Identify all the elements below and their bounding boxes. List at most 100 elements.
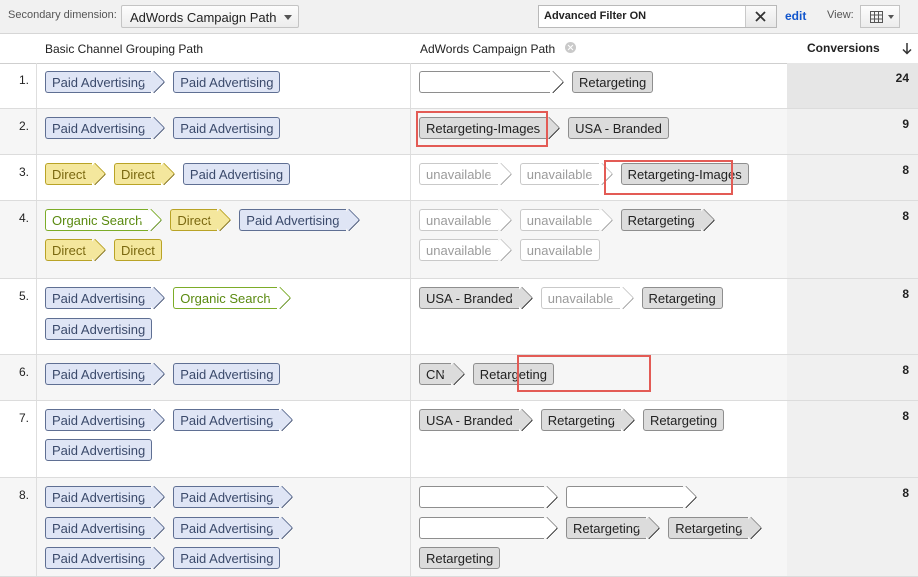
campaign-path-line: unavailable unavailable Retargeting-Images: [419, 162, 759, 186]
column-divider: [410, 401, 411, 477]
view-selector-button[interactable]: [860, 5, 900, 28]
channel-step-chip: Paid Advertising: [45, 117, 152, 139]
remove-dimension-icon[interactable]: [565, 42, 576, 53]
conversions-cell: 9: [787, 109, 918, 154]
redacted-value: [426, 521, 538, 533]
campaign-step-chip: [419, 486, 544, 508]
conversions-cell: 8: [787, 155, 918, 200]
table-row: 5. 8 Paid Advertising Organic Search Paid Ad…: [0, 279, 918, 355]
channel-step-chip: Paid Advertising: [173, 363, 281, 385]
table-header: Basic Channel Grouping Path AdWords Camp…: [0, 34, 918, 64]
conversions-value: 8: [902, 409, 909, 423]
conversions-cell: 8: [787, 401, 918, 477]
advanced-filter-field[interactable]: Advanced Filter ON: [538, 5, 777, 28]
campaign-path-line: USA - Branded Retargeting Retargeting: [419, 408, 734, 432]
row-number: 8.: [18, 488, 29, 502]
channel-step-chip: Paid Advertising: [173, 409, 280, 431]
row-number: 5.: [18, 289, 29, 303]
column-divider: [36, 279, 37, 354]
campaign-step-chip: Retargeting: [540, 409, 621, 431]
campaign-step-chip: unavailable: [419, 163, 498, 185]
table-row: 2. 9 Paid Advertising Paid Advertising Retar…: [0, 109, 918, 155]
channel-step-chip: Direct: [170, 209, 218, 231]
campaign-step-chip: Retargeting: [668, 517, 749, 539]
campaign-path-line: Retargeting-Images USA - Branded: [419, 116, 679, 140]
channel-path-line: Paid Advertising Paid Advertising: [45, 546, 290, 570]
conversions-value: 8: [902, 209, 909, 223]
column-divider: [410, 355, 411, 400]
campaign-step-chip: Retargeting: [572, 71, 654, 93]
channel-step-chip: Paid Advertising: [173, 517, 280, 539]
channel-step-chip: Paid Advertising: [45, 517, 152, 539]
channel-step-chip: Direct: [113, 239, 162, 261]
view-label: View:: [827, 9, 854, 21]
conversions-cell: 24: [787, 63, 918, 108]
channel-step-chip: Organic Search: [45, 209, 149, 231]
sort-descending-icon[interactable]: [902, 42, 912, 55]
campaign-step-chip: CN: [419, 363, 451, 385]
channel-step-chip: Paid Advertising: [45, 409, 152, 431]
row-number: 7.: [18, 411, 29, 425]
campaign-step-chip: unavailable: [519, 209, 599, 231]
channel-step-chip: Paid Advertising: [45, 486, 152, 508]
campaign-path-line: CN Retargeting: [419, 362, 564, 386]
channel-step-chip: Paid Advertising: [45, 439, 153, 461]
channel-path-line: Paid Advertising Paid Advertising: [45, 362, 290, 386]
column-divider: [410, 109, 411, 154]
channel-step-chip: Paid Advertising: [173, 117, 281, 139]
campaign-path-line: unavailable unavailable: [419, 238, 610, 262]
channel-step-chip: Paid Advertising: [45, 71, 152, 93]
campaign-step-chip: [419, 517, 544, 539]
chevron-down-icon: [888, 15, 894, 19]
column-header-conversions[interactable]: Conversions: [807, 41, 880, 55]
redacted-value: [573, 490, 677, 502]
campaign-step-chip: Retargeting-Images: [419, 117, 547, 139]
toolbar: Secondary dimension: AdWords Campaign Pa…: [0, 0, 918, 34]
table-row: 8. 8 Paid Advertising Paid Advertising Paid …: [0, 478, 918, 577]
campaign-step-chip: Retargeting: [419, 547, 501, 569]
row-number: 1.: [18, 73, 29, 87]
table-grid-icon: [870, 11, 883, 23]
redacted-value: [426, 75, 544, 87]
clear-filter-button[interactable]: [745, 6, 776, 27]
redacted-value: [426, 490, 538, 502]
channel-step-chip: Paid Advertising: [239, 209, 346, 231]
channel-step-chip: Paid Advertising: [45, 547, 152, 569]
conversions-cell: 8: [787, 478, 918, 576]
channel-path-line: Direct Direct Paid Advertising: [45, 162, 300, 186]
campaign-step-chip: unavailable: [419, 239, 498, 261]
channel-step-chip: Direct: [45, 239, 92, 261]
campaign-path-line: unavailable unavailable Retargeting: [419, 208, 723, 232]
conversions-value: 8: [902, 287, 909, 301]
secondary-dimension-dropdown[interactable]: AdWords Campaign Path: [121, 5, 299, 28]
table-row: 7. 8 Paid Advertising Paid Advertising Paid …: [0, 401, 918, 478]
conversions-cell: 8: [787, 279, 918, 354]
channel-path-line: Paid Advertising Paid Advertising: [45, 516, 301, 540]
chevron-down-icon: [284, 15, 292, 20]
channel-step-chip: Direct: [45, 163, 92, 185]
column-divider: [36, 155, 37, 200]
column-divider: [36, 201, 37, 278]
campaign-step-chip: USA - Branded: [419, 287, 519, 309]
edit-filter-link[interactable]: edit: [785, 9, 806, 23]
channel-path-line: Paid Advertising Paid Advertising: [45, 485, 301, 509]
channel-path-line: Paid Advertising: [45, 317, 162, 341]
campaign-path-line: Retargeting: [419, 70, 663, 94]
channel-step-chip: Direct: [113, 163, 161, 185]
channel-path-line: Paid Advertising Organic Search: [45, 286, 299, 310]
channel-step-chip: Paid Advertising: [45, 318, 153, 340]
conversions-value: 8: [902, 163, 909, 177]
close-icon: [755, 11, 766, 22]
conversions-value: 24: [895, 71, 909, 85]
column-header-campaign: AdWords Campaign Path: [420, 42, 556, 56]
conversions-cell: 8: [787, 355, 918, 400]
table-row: 4. 8 Organic Search Direct Paid Advertising D…: [0, 201, 918, 279]
secondary-dimension-label: Secondary dimension:: [8, 9, 117, 21]
channel-step-chip: Paid Advertising: [173, 486, 280, 508]
column-divider: [410, 155, 411, 200]
column-divider: [410, 279, 411, 354]
column-divider: [410, 201, 411, 278]
campaign-step-chip: Retargeting: [642, 409, 725, 431]
column-header-channel: Basic Channel Grouping Path: [45, 42, 204, 56]
conversions-value: 9: [902, 117, 909, 131]
